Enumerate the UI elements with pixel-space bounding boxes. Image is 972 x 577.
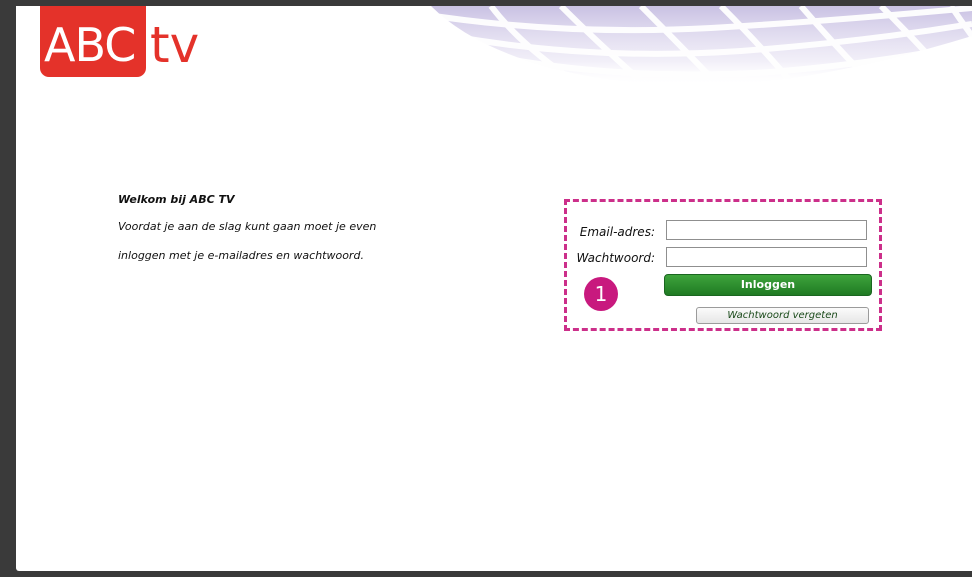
forgot-password-button[interactable]: Wachtwoord vergeten [696, 307, 869, 324]
welcome-line-2: inloggen met je e-mailadres en wachtwoor… [118, 249, 364, 262]
logo-abc-text: ABC [44, 18, 136, 72]
password-label: Wachtwoord: [576, 251, 655, 265]
step-number-badge: 1 [584, 277, 618, 311]
welcome-line-1: Voordat je aan de slag kunt gaan moet je… [118, 220, 377, 233]
password-input[interactable] [666, 247, 867, 267]
logo-red-box: ABC [40, 6, 146, 77]
decorative-mesh-background [411, 6, 972, 116]
logo-tv-text: tv [150, 16, 200, 74]
abc-tv-logo: ABC tv [40, 6, 220, 86]
welcome-title: Welkom bij ABC TV [118, 193, 235, 206]
login-button[interactable]: Inloggen [664, 274, 872, 296]
login-page: ABC tv Welkom bij ABC TV Voordat je aan … [16, 6, 972, 571]
email-input[interactable] [666, 220, 867, 240]
email-label: Email-adres: [579, 225, 655, 239]
welcome-message: Welkom bij ABC TV Voordat je aan de slag… [118, 193, 538, 278]
